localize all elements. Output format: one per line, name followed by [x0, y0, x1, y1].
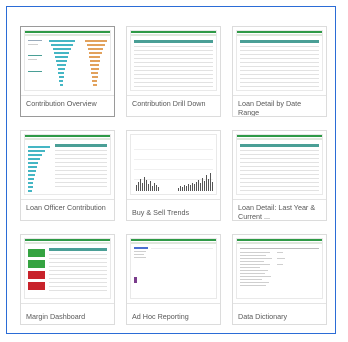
sheet-thumbnail: [130, 134, 217, 195]
sheet-thumbnail: [130, 30, 217, 91]
sheet-card-buy-and-sell-trends[interactable]: Buy & Sell Trends: [126, 130, 221, 221]
sheet-title: Margin Dashboard: [26, 312, 86, 321]
sheet-card-loan-detail-last-year-and-current[interactable]: Loan Detail: Last Year & Current ...: [232, 130, 327, 221]
sheet-card-ad-hoc-reporting[interactable]: Ad Hoc Reporting: [126, 234, 221, 325]
sheet-title: Loan Detail: Last Year & Current ...: [238, 203, 316, 221]
sheet-card-contribution-overview[interactable]: Contribution Overview: [20, 26, 115, 117]
sheet-card-margin-dashboard[interactable]: Margin Dashboard: [20, 234, 115, 325]
sheet-thumbnail: [236, 238, 323, 299]
sheet-card-contribution-drill-down[interactable]: Contribution Drill Down: [126, 26, 221, 117]
sheet-title: Contribution Overview: [26, 99, 97, 108]
sheet-thumbnail: [24, 30, 111, 91]
sheet-card-data-dictionary[interactable]: Data Dictionary: [232, 234, 327, 325]
sheet-card-loan-detail-by-date-range[interactable]: Loan Detail by Date Range: [232, 26, 327, 117]
sheet-title: Loan Officer Contribution: [26, 203, 106, 212]
sheet-title: Data Dictionary: [238, 312, 288, 321]
sheet-thumbnail: [24, 238, 111, 299]
sheet-thumbnail: [130, 238, 217, 299]
sheet-card-loan-officer-contribution[interactable]: Loan Officer Contribution: [20, 130, 115, 221]
sheet-gallery: Contribution Overview Contribution Drill: [6, 6, 336, 334]
sheet-title: Loan Detail by Date Range: [238, 99, 302, 117]
sheet-thumbnail: [24, 134, 111, 195]
sheet-grid: Contribution Overview Contribution Drill: [20, 26, 327, 325]
sheet-title: Buy & Sell Trends: [132, 208, 190, 217]
sheet-title: Contribution Drill Down: [132, 99, 206, 108]
sheet-thumbnail: [236, 134, 323, 195]
sheet-title: Ad Hoc Reporting: [132, 312, 189, 321]
sheet-thumbnail: [236, 30, 323, 91]
